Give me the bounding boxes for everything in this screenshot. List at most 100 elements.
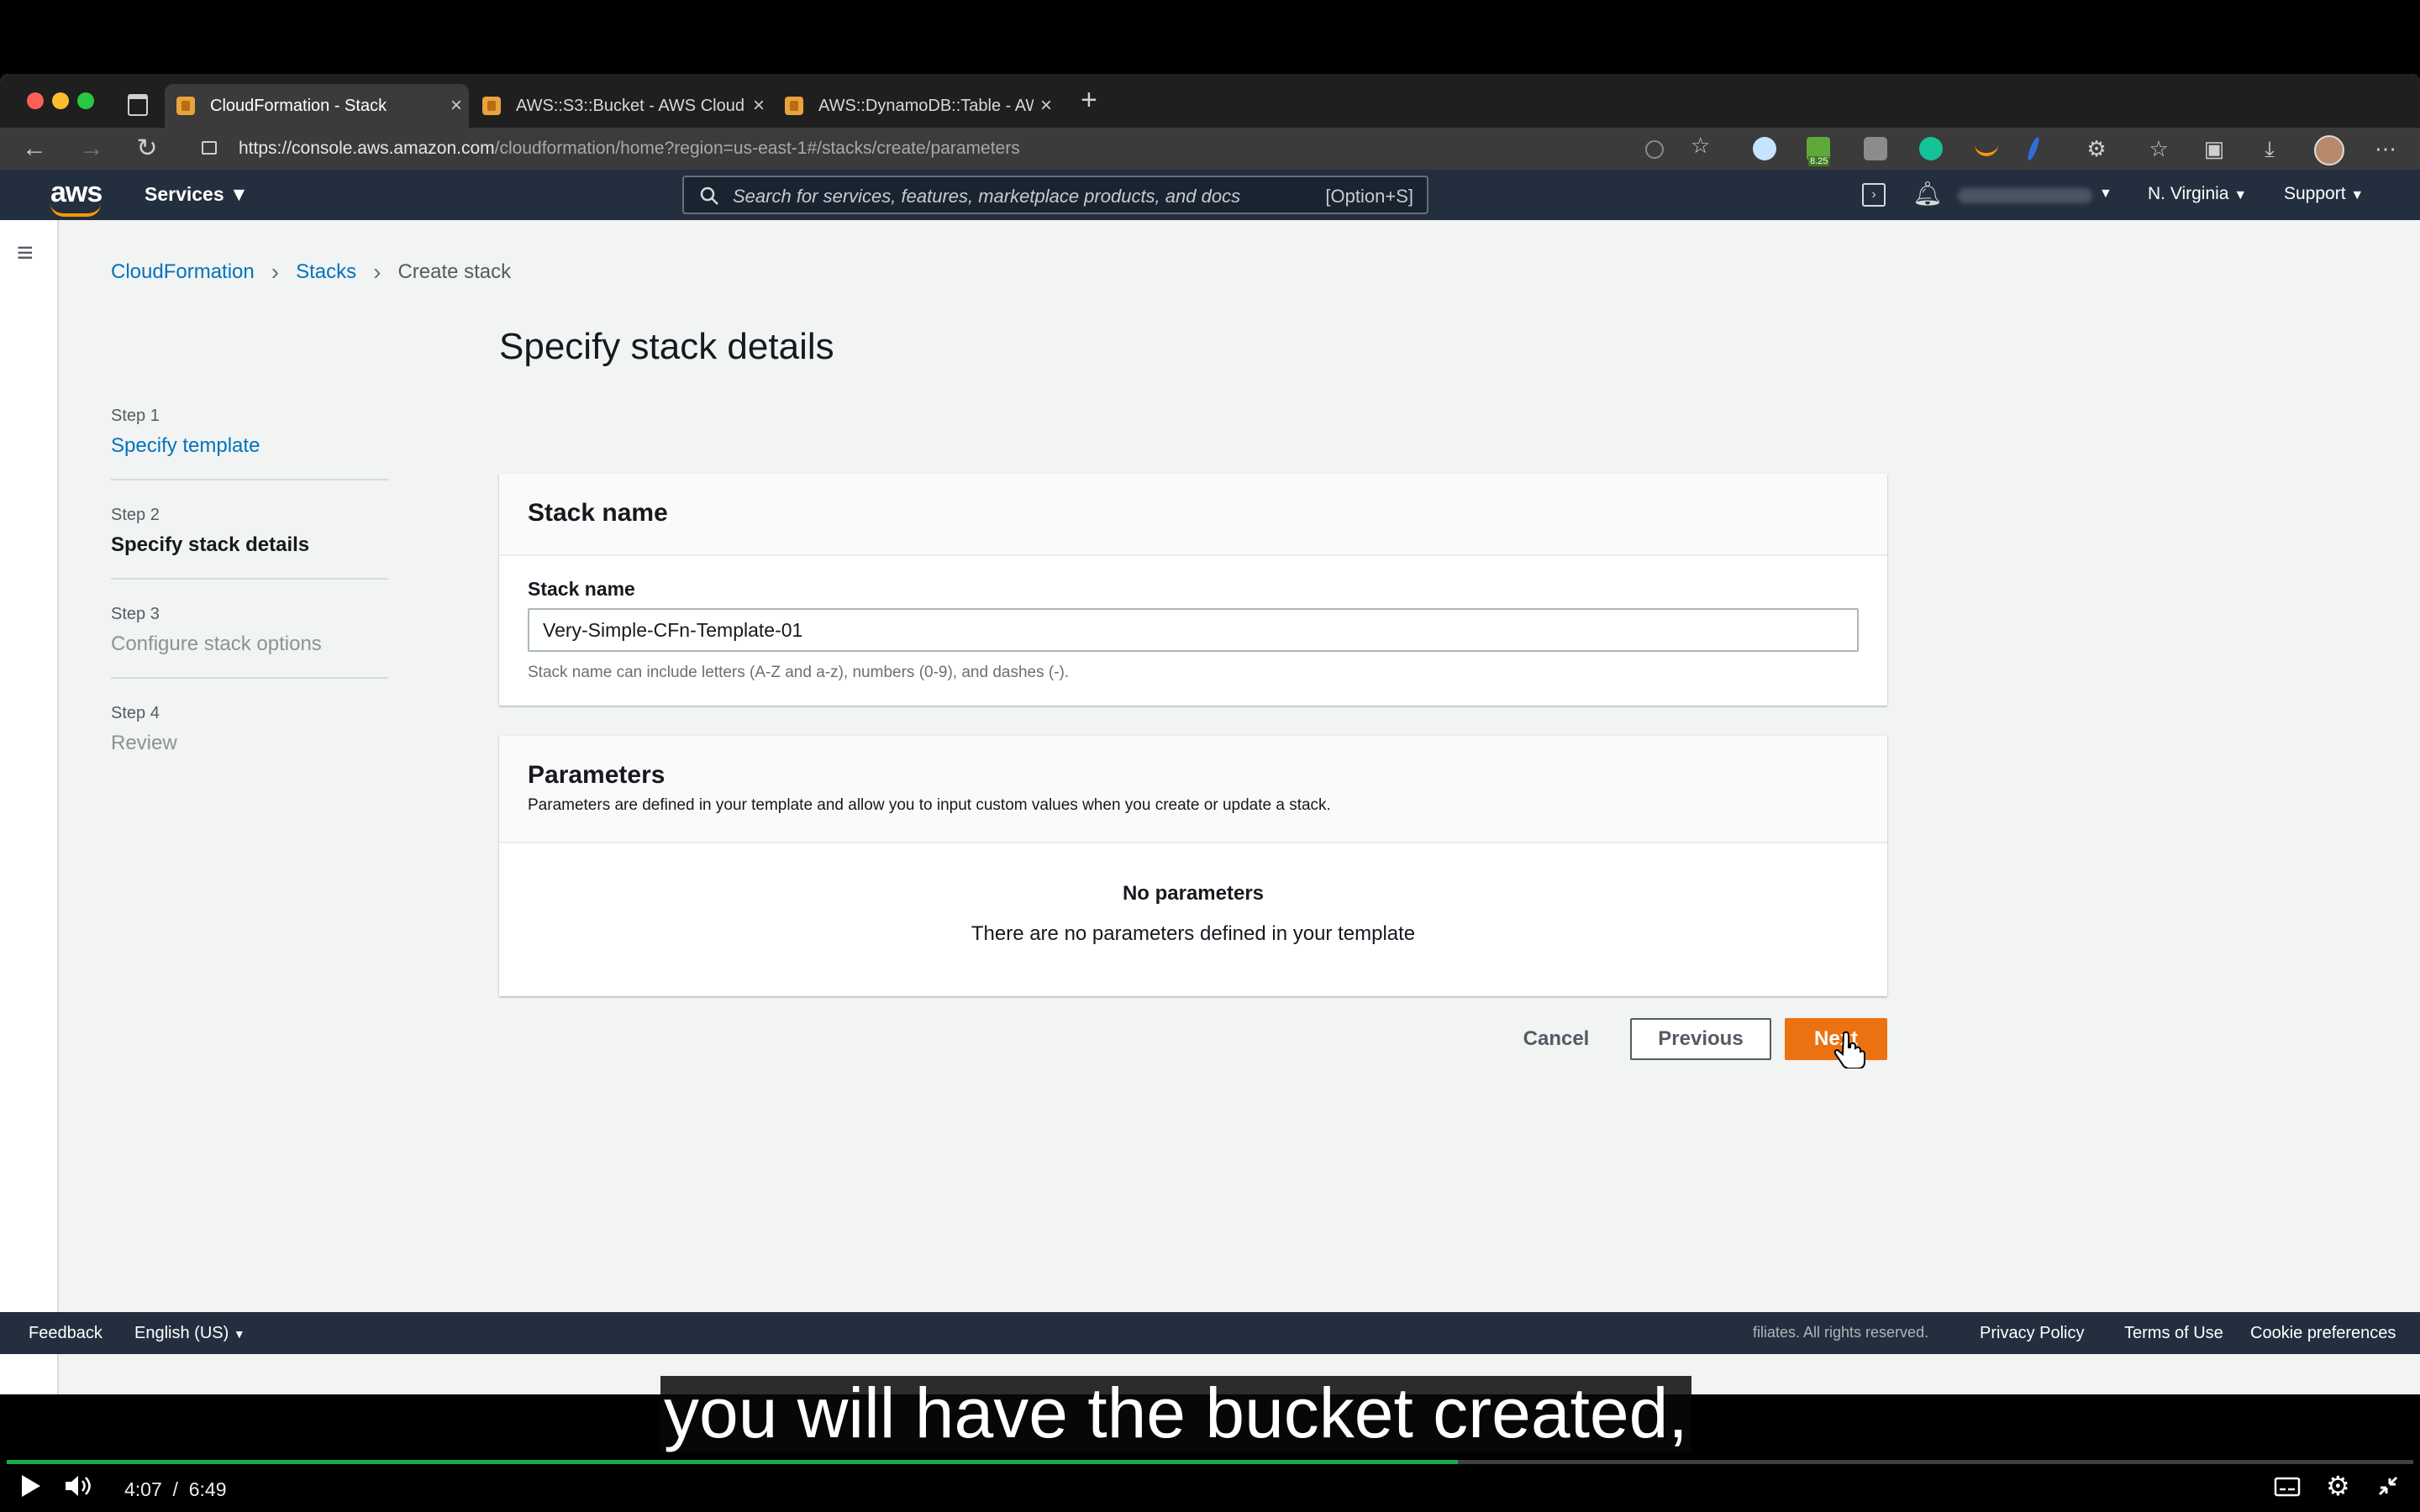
address-toolbar: ← → ↻ https://console.aws.amazon.com/clo… — [0, 128, 2420, 170]
chevron-right-icon: › — [271, 259, 280, 285]
services-menu-button[interactable]: Services ▼ — [145, 183, 249, 206]
profile-avatar[interactable] — [2314, 135, 2344, 165]
amazon-extension-icon[interactable] — [1975, 144, 1998, 156]
tab-close-icon[interactable]: × — [746, 94, 771, 118]
favorites-icon[interactable]: ☆ — [2143, 133, 2175, 165]
back-button[interactable]: ← — [18, 133, 50, 165]
new-tab-button[interactable]: + — [1081, 84, 1097, 117]
wizard-step-2: Step 2 Specify stack details — [111, 506, 388, 580]
aws-favicon-icon — [785, 97, 803, 115]
collections-icon[interactable]: ▣ — [2198, 133, 2230, 165]
more-menu-icon[interactable]: ⋯ — [2370, 133, 2402, 165]
language-selector[interactable]: English (US) ▼ — [134, 1324, 245, 1343]
extension-icon[interactable] — [1919, 137, 1943, 160]
extension-icon[interactable] — [2025, 137, 2042, 160]
region-label: N. Virginia — [2148, 184, 2229, 203]
settings-button[interactable]: ⚙ — [2326, 1470, 2350, 1502]
extension-icon[interactable] — [1753, 137, 1776, 160]
parameters-panel: Parameters Parameters are defined in you… — [499, 736, 1887, 996]
cancel-button[interactable]: Cancel — [1509, 1018, 1603, 1060]
aws-favicon-icon — [176, 97, 195, 115]
video-time: 4:07 / 6:49 — [124, 1478, 227, 1500]
tab-cloudformation[interactable]: CloudFormation - Stack × — [165, 84, 469, 128]
maximize-window-button[interactable] — [77, 92, 94, 109]
notifications-bell-icon[interactable]: 🔔︎ — [1912, 180, 1943, 207]
volume-icon — [66, 1476, 91, 1496]
wizard-step-3: Step 3 Configure stack options — [111, 605, 388, 679]
search-shortcut: [Option+S] — [1325, 186, 1413, 207]
step-number: Step 2 — [111, 506, 160, 524]
caret-down-icon: ▼ — [229, 183, 249, 205]
account-menu-blurred[interactable] — [1958, 188, 2092, 203]
cookie-preferences-link[interactable]: Cookie preferences — [2250, 1324, 2396, 1343]
search-placeholder: Search for services, features, marketpla… — [733, 186, 1241, 207]
minimize-window-button[interactable] — [52, 92, 69, 109]
volume-button[interactable] — [64, 1473, 92, 1505]
extension-icon[interactable] — [1864, 137, 1887, 160]
downloads-icon[interactable]: ⤓ — [2254, 133, 2286, 165]
support-menu[interactable]: Support ▼ — [2284, 184, 2364, 204]
console-search-input[interactable]: Search for services, features, marketpla… — [682, 176, 1428, 214]
wizard-step-4: Step 4 Review — [111, 704, 388, 754]
stack-name-input[interactable] — [528, 608, 1859, 652]
tab-close-icon[interactable]: × — [1034, 94, 1059, 118]
aws-smile-logo — [50, 203, 101, 217]
subtitles-icon — [2274, 1477, 2301, 1497]
step-number: Step 4 — [111, 704, 160, 722]
step-number: Step 1 — [111, 407, 160, 425]
previous-button[interactable]: Previous — [1630, 1018, 1771, 1060]
breadcrumb-cloudformation[interactable]: CloudFormation — [111, 260, 255, 284]
feedback-link[interactable]: Feedback — [29, 1324, 103, 1343]
tab-s3-bucket[interactable]: AWS::S3::Bucket - AWS Cloud × — [471, 84, 771, 128]
browser-window: CloudFormation - Stack × AWS::S3::Bucket… — [0, 74, 2420, 1394]
console-footer: Feedback English (US) ▼ filiates. All ri… — [0, 1312, 2420, 1354]
region-selector[interactable]: N. Virginia ▼ — [2148, 184, 2247, 204]
panel-header: Stack name — [499, 474, 1887, 556]
stack-name-label: Stack name — [528, 578, 635, 600]
video-caption: you will have the bucket created, — [660, 1376, 1691, 1452]
exit-fullscreen-button[interactable] — [2376, 1473, 2400, 1504]
tab-title: AWS::DynamoDB::Table - AWS — [818, 96, 1034, 115]
extensions-icon[interactable]: ⚙ — [2081, 133, 2112, 165]
privacy-policy-link[interactable]: Privacy Policy — [1980, 1324, 2084, 1343]
caret-down-icon: ▼ — [233, 1327, 245, 1341]
forward-button[interactable]: → — [76, 133, 108, 165]
exit-fullscreen-icon — [2378, 1476, 2398, 1496]
zoom-icon[interactable] — [1645, 140, 1664, 159]
side-navigation-strip: ≡ — [0, 220, 59, 1394]
breadcrumb: CloudFormation › Stacks › Create stack — [111, 259, 511, 286]
url-host: https://console.aws.amazon.com — [239, 139, 495, 158]
extension-badge: 8.25 — [1808, 156, 1830, 166]
lock-icon — [202, 141, 217, 155]
services-label: Services — [145, 183, 224, 205]
empty-state-text: There are no parameters defined in your … — [971, 922, 1416, 945]
caret-down-icon: ▼ — [2350, 188, 2365, 202]
url-field[interactable]: https://console.aws.amazon.com/cloudform… — [239, 133, 1751, 165]
tab-title: CloudFormation - Stack — [210, 96, 387, 115]
video-progress-bar[interactable] — [7, 1460, 2413, 1464]
step-link-specify-template[interactable]: Specify template — [111, 434, 388, 458]
step-number: Step 3 — [111, 605, 160, 623]
breadcrumb-stacks[interactable]: Stacks — [296, 260, 356, 284]
reload-button[interactable]: ↻ — [131, 133, 163, 165]
panel-title: Parameters — [528, 761, 666, 789]
subtitles-button[interactable] — [2274, 1473, 2301, 1504]
duration: 6:49 — [188, 1478, 227, 1500]
aws-favicon-icon — [482, 97, 501, 115]
tab-actions-icon[interactable] — [128, 94, 148, 116]
terms-of-use-link[interactable]: Terms of Use — [2124, 1324, 2223, 1343]
support-label: Support — [2284, 184, 2346, 203]
close-window-button[interactable] — [27, 92, 44, 109]
tab-close-icon[interactable]: × — [444, 94, 469, 118]
stack-name-hint: Stack name can include letters (A-Z and … — [528, 664, 1070, 681]
tab-dynamodb-table[interactable]: AWS::DynamoDB::Table - AWS × — [773, 84, 1059, 128]
step-disabled-label: Configure stack options — [111, 633, 322, 655]
stack-name-panel: Stack name Stack name Stack name can inc… — [499, 474, 1887, 706]
menu-hamburger-icon[interactable]: ≡ — [17, 237, 34, 270]
favorite-star-icon[interactable]: ☆ — [1691, 133, 1714, 158]
hand-cursor-icon — [1833, 1031, 1865, 1068]
cloudshell-icon[interactable]: › — [1862, 183, 1886, 207]
breadcrumb-create-stack: Create stack — [397, 260, 512, 283]
play-button[interactable] — [20, 1473, 42, 1505]
language-label: English (US) — [134, 1324, 229, 1342]
